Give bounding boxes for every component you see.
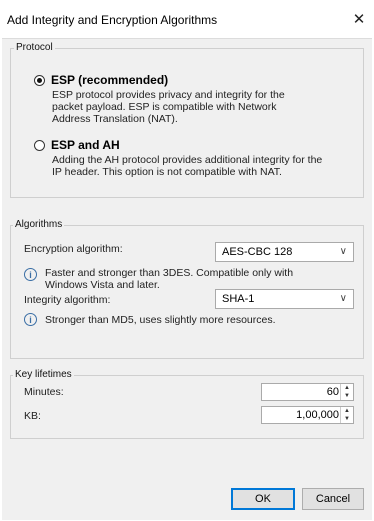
spin-arrows-icon[interactable]: ▲ ▼ [340,384,353,400]
chevron-down-icon: ∨ [339,246,347,257]
info-icon: i [24,313,37,326]
kb-value[interactable]: 1,00,000 [296,409,339,421]
cancel-button[interactable]: Cancel [302,488,364,510]
esp-ah-description: Adding the AH protocol provides addition… [52,154,323,178]
integrity-info-text: Stronger than MD5, uses slightly more re… [45,314,276,326]
info-icon: i [24,268,37,281]
radio-esp-ah-label[interactable]: ESP and AH [51,138,120,152]
radio-esp-ah-indicator[interactable] [34,139,45,151]
spin-arrows-icon[interactable]: ▲ ▼ [340,407,353,423]
algorithms-legend: Algorithms [13,219,65,230]
encryption-algorithm-label: Encryption algorithm: [24,243,123,255]
encryption-info-text: Faster and stronger than 3DES. Compatibl… [45,267,294,291]
radio-esp-indicator[interactable] [34,74,45,86]
minutes-label: Minutes: [24,386,64,398]
radio-esp[interactable]: ESP (recommended) [34,73,168,87]
encryption-algorithm-select[interactable]: AES-CBC 128 ∨ [215,242,354,262]
minutes-value[interactable]: 60 [327,386,339,398]
integrity-algorithm-label: Integrity algorithm: [24,294,111,306]
title-bar: Add Integrity and Encryption Algorithms … [0,0,374,38]
encryption-algorithm-value: AES-CBC 128 [222,246,293,258]
kb-stepper[interactable]: 1,00,000 ▲ ▼ [261,406,354,424]
chevron-down-icon: ∨ [339,293,347,304]
ok-button[interactable]: OK [231,488,295,510]
radio-esp-ah[interactable]: ESP and AH [34,138,120,152]
close-icon[interactable]: ✕ [348,9,370,31]
key-lifetimes-legend: Key lifetimes [13,369,74,380]
dialog-body: Protocol ESP (recommended) ESP protocol … [2,38,372,520]
integrity-algorithm-select[interactable]: SHA-1 ∨ [215,289,354,309]
esp-description: ESP protocol provides privacy and integr… [52,89,285,125]
dialog-title: Add Integrity and Encryption Algorithms [7,13,218,27]
integrity-algorithm-value: SHA-1 [222,293,255,305]
radio-esp-label[interactable]: ESP (recommended) [51,73,168,87]
protocol-legend: Protocol [14,42,55,53]
minutes-stepper[interactable]: 60 ▲ ▼ [261,383,354,401]
kb-label: KB: [24,410,41,422]
